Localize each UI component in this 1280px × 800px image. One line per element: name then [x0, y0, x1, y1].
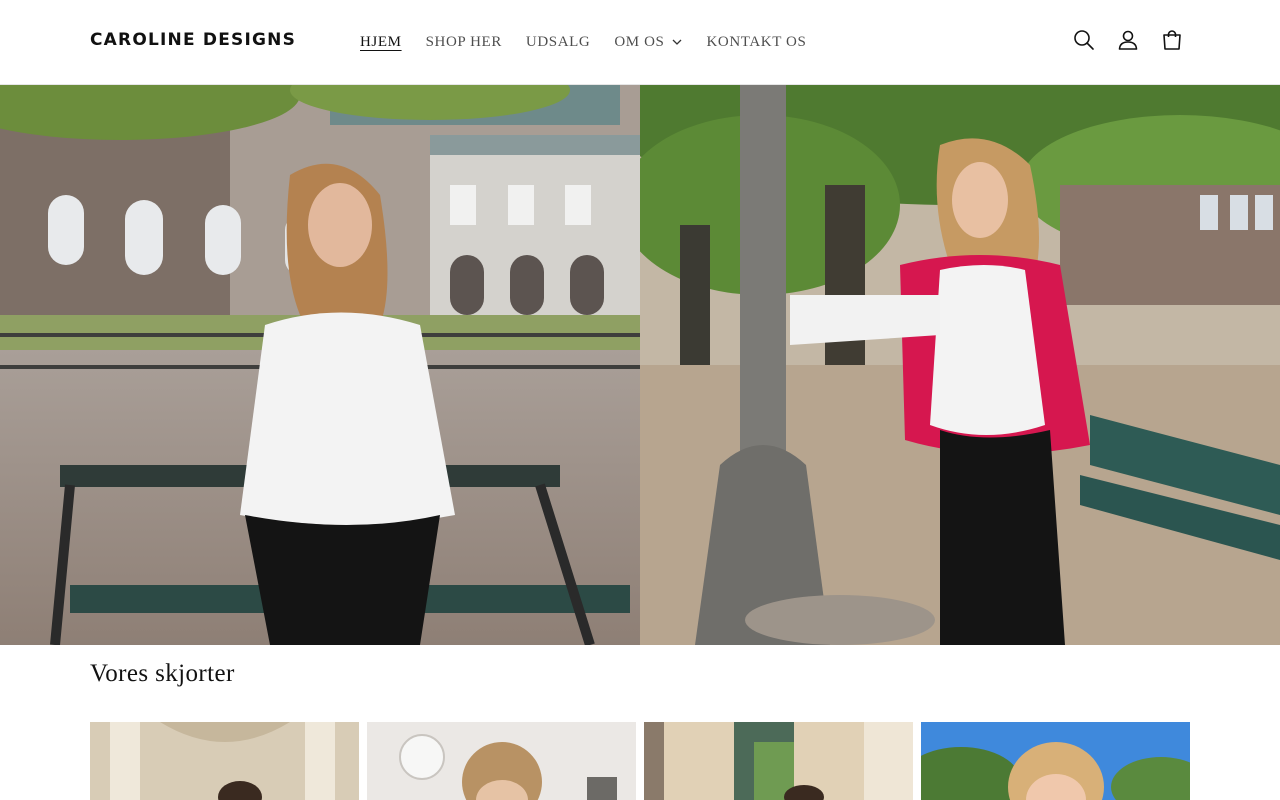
hero-banner — [0, 85, 1280, 645]
nav-label: SHOP HER — [425, 33, 502, 50]
product-card-1[interactable] — [90, 722, 359, 800]
nav-item-udsalg[interactable]: UDSALG — [514, 34, 602, 51]
main-navigation: HJEM SHOP HER UDSALG OM OS KONTAKT OS — [348, 26, 818, 58]
nav-item-om-os[interactable]: OM OS — [602, 34, 694, 51]
collection-title: Vores skjorter — [90, 660, 235, 687]
search-icon — [1073, 29, 1095, 56]
nav-label: UDSALG — [525, 33, 591, 50]
nav-label: HJEM — [360, 33, 402, 50]
product-image-2 — [367, 722, 636, 800]
product-image-4 — [921, 722, 1190, 800]
chevron-down-icon — [672, 39, 682, 45]
hero-image-right — [640, 85, 1280, 645]
nav-item-kontakt-os[interactable]: KONTAKT OS — [694, 34, 818, 51]
nav-item-shop-her[interactable]: SHOP HER — [414, 34, 514, 51]
product-card-4[interactable] — [921, 722, 1190, 800]
product-image-3 — [644, 722, 913, 800]
nav-label: OM OS — [614, 33, 665, 50]
product-card-3[interactable] — [644, 722, 913, 800]
product-grid — [90, 722, 1190, 800]
product-image-1 — [90, 722, 359, 800]
cart-icon — [1161, 29, 1183, 56]
nav-label: KONTAKT OS — [706, 33, 807, 50]
cart-button[interactable] — [1150, 26, 1194, 58]
header-icons — [1062, 26, 1194, 58]
nav-item-hjem[interactable]: HJEM — [348, 34, 414, 51]
hero-image-left — [0, 85, 640, 645]
account-button[interactable] — [1106, 26, 1150, 58]
product-card-2[interactable] — [367, 722, 636, 800]
site-header: CAROLINE DESIGNS HJEM SHOP HER UDSALG OM… — [0, 0, 1280, 85]
account-icon — [1117, 29, 1139, 56]
search-button[interactable] — [1062, 26, 1106, 58]
store-logo[interactable]: CAROLINE DESIGNS — [90, 30, 296, 50]
